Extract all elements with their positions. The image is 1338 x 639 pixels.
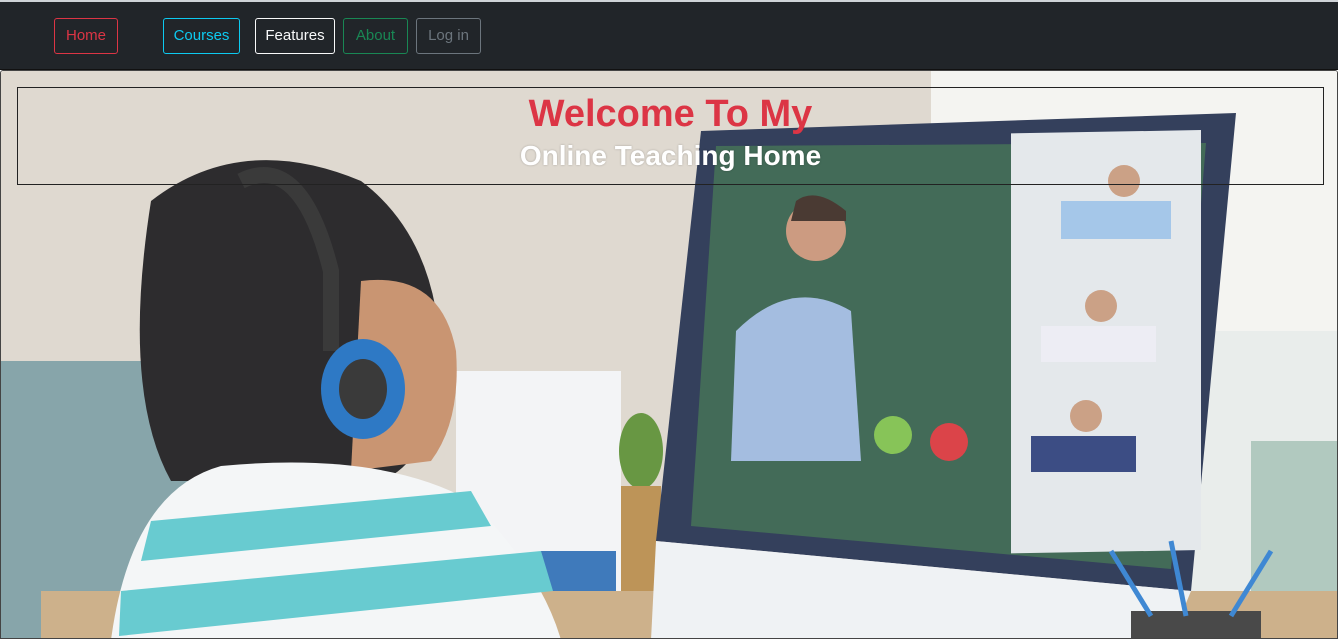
top-navbar: Home Courses Features About Log in [0,0,1338,70]
features-button[interactable]: Features [255,18,335,54]
hero-title-box: Welcome To My Online Teaching Home [17,87,1324,185]
home-button[interactable]: Home [54,18,118,54]
hero-title: Welcome To My [528,93,813,135]
courses-button[interactable]: Courses [163,18,240,54]
hero-section: Welcome To My Online Teaching Home [0,70,1338,639]
hero-subtitle: Online Teaching Home [519,140,822,171]
login-button[interactable]: Log in [416,18,481,54]
about-button[interactable]: About [343,18,408,54]
